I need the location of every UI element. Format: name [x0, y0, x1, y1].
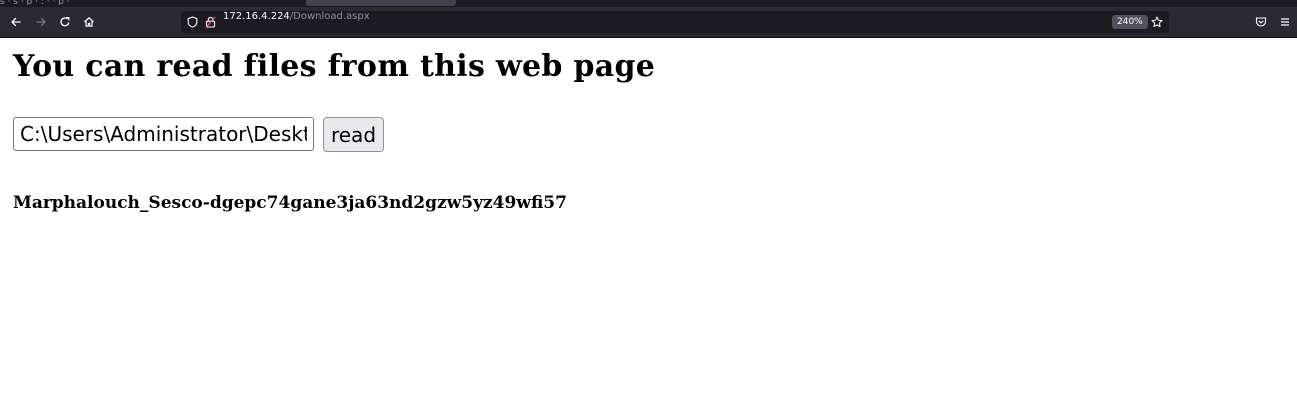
tab-strip: s · s · p · : · · p · — [0, 0, 1297, 7]
reload-icon[interactable] — [57, 14, 73, 30]
url-path: /Download.aspx — [289, 11, 370, 22]
page-content: You can read files from this web page re… — [0, 38, 1297, 403]
file-contents-output: Marphalouch_Sesco-dgepc74gane3ja63nd2gzw… — [13, 193, 567, 213]
arrow-left-icon[interactable] — [8, 14, 24, 30]
pocket-icon[interactable] — [1253, 14, 1269, 30]
inactive-tabs[interactable]: s · s · p · : · · p · — [0, 0, 300, 5]
file-path-input[interactable] — [13, 117, 314, 151]
url-bar[interactable]: 172.16.4.224/Download.aspx 240% — [181, 11, 1169, 33]
zoom-level-badge[interactable]: 240% — [1112, 15, 1148, 29]
url-text[interactable]: 172.16.4.224/Download.aspx — [223, 11, 370, 33]
home-icon[interactable] — [81, 14, 97, 30]
shield-icon[interactable] — [185, 14, 199, 30]
url-host: 172.16.4.224 — [223, 11, 290, 22]
arrow-right-icon[interactable] — [33, 14, 49, 30]
lock-slash-icon[interactable] — [203, 14, 217, 30]
hamburger-menu-icon[interactable] — [1277, 14, 1293, 30]
star-icon[interactable] — [1149, 14, 1165, 30]
navigation-toolbar: 172.16.4.224/Download.aspx 240% — [0, 7, 1297, 38]
page-title: You can read files from this web page — [13, 49, 656, 84]
active-tab[interactable] — [306, 0, 456, 6]
read-button[interactable]: read — [323, 117, 384, 152]
